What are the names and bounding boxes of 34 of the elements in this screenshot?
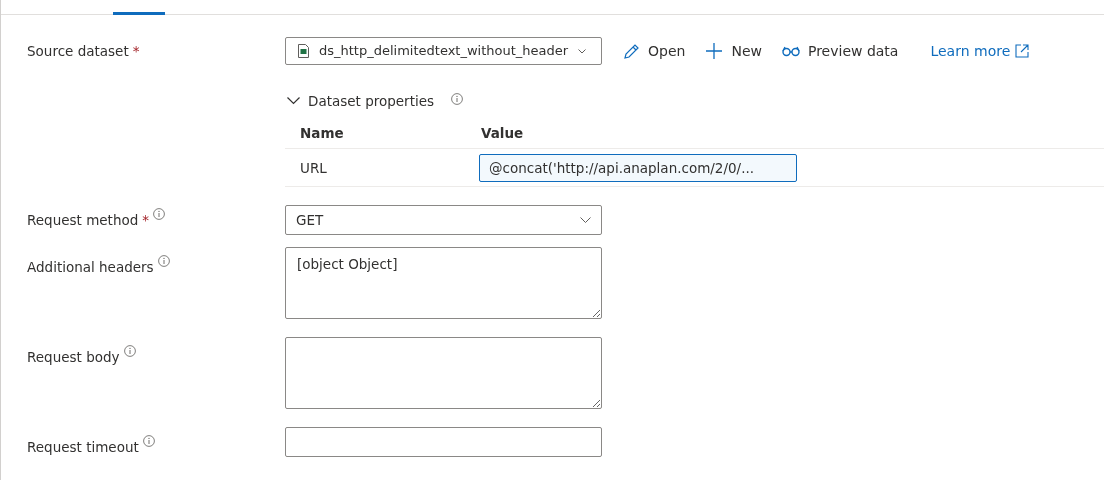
column-header: Name — [299, 123, 345, 143]
info-icon[interactable] — [153, 208, 165, 221]
url-input-field[interactable]: @concat('http://api.anaplan.com/2/0/... — [479, 153, 797, 182]
plus-icon — [705, 42, 724, 60]
field-label: Source dataset — [27, 41, 129, 61]
external-link-icon — [1015, 44, 1030, 58]
dropdown-value: GET — [296, 211, 324, 231]
property-name: URL — [299, 158, 328, 178]
required-asterisk: * — [132, 41, 140, 61]
field-label: Request timeout — [27, 438, 139, 458]
dataset-properties-toggle[interactable]: Dataset properties — [287, 91, 435, 112]
pencil-icon — [622, 42, 640, 60]
open-button[interactable]: Open — [622, 40, 686, 62]
field-label: Additional headers — [27, 258, 154, 278]
input-field[interactable] — [285, 427, 602, 458]
info-icon[interactable] — [451, 93, 463, 106]
dataset-value: ds_http_delimitedtext_without_header — [319, 42, 569, 61]
learn-more-link[interactable]: Learn more — [930, 40, 1030, 62]
preview-button[interactable]: Preview data — [781, 40, 899, 62]
dataset-dropdown[interactable]: ds_http_delimitedtext_without_header — [285, 37, 602, 65]
chevron-down-icon — [580, 217, 591, 224]
required-asterisk: * — [142, 211, 149, 231]
column-header: Value — [481, 123, 524, 143]
text-area-field[interactable] — [285, 337, 602, 410]
text-area-field[interactable]: [object Object] — [285, 247, 602, 320]
field-label: Request method — [27, 211, 139, 231]
file-icon — [298, 44, 309, 58]
method-dropdown[interactable]: GET — [285, 205, 602, 236]
info-icon[interactable] — [157, 255, 170, 268]
chevron-down-icon — [578, 48, 587, 54]
info-icon[interactable] — [142, 435, 155, 448]
info-icon[interactable] — [123, 345, 136, 358]
field-label: Request body — [27, 348, 120, 368]
new-button[interactable]: New — [705, 40, 762, 62]
